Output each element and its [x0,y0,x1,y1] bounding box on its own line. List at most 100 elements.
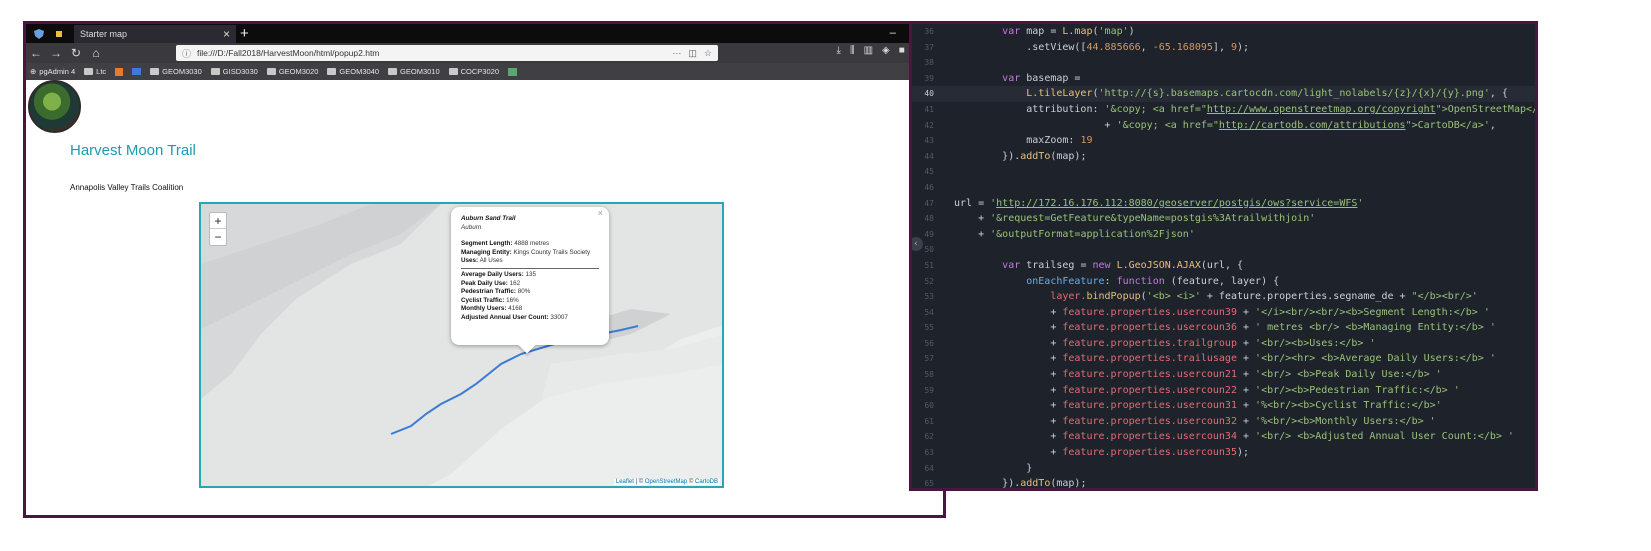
code-line-65: 65 }).addTo(map); [924,478,1087,490]
library-icon[interactable]: ⫼ [850,45,855,56]
account-icon[interactable]: ■ [899,45,905,56]
bookmarks-bar: ⊕ pgAdmin 4 Ltc GEOM3030 GISD3030 GEOM302… [26,63,943,80]
browser-window: Starter map × + – ▫ ✕ ← → ↻ ⌂ ⓘ file:///… [23,21,946,518]
code-line-57: 57 + feature.properties.trailusage + '<b… [924,353,1496,365]
bookmark-map-icon[interactable] [508,67,517,76]
popup-cyclist: Cyclist Traffic: 16% [461,296,519,304]
code-line-42: 42 + '&copy; <a href="http://cartodb.com… [924,119,1496,131]
page-title: Harvest Moon Trail [70,142,196,159]
new-tab-button[interactable]: + [240,24,249,43]
popup-avg-daily: Average Daily Users: 135 [461,270,537,278]
zoom-in-button[interactable]: + [210,213,226,229]
code-line-60: 60 + feature.properties.usercoun31 + '%<… [924,400,1442,412]
osm-link[interactable]: OpenStreetMap [645,479,687,485]
back-icon[interactable]: ← [26,46,46,60]
bookmark-gisd3030[interactable]: GISD3030 [210,67,258,76]
code-line-36: 36 var map = L.map('map') [924,26,1135,37]
popup-peak-daily: Peak Daily Use: 162 [461,279,521,287]
sidebar-icon[interactable]: ▥ [864,45,873,56]
tab-close-icon[interactable]: × [223,27,230,41]
address-bar[interactable]: ⓘ file:///D:/Fall2018/HarvestMoon/html/p… [176,45,718,61]
forward-icon[interactable]: → [46,46,66,60]
tab-title: Starter map [80,29,128,39]
popup-close-button[interactable]: × [598,209,603,218]
extension-icon[interactable]: ◈ [882,45,890,56]
bookmark-star-icon[interactable]: ☆ [704,48,712,59]
code-line-63: 63 + feature.properties.usercoun35); [924,447,1250,459]
info-icon[interactable]: ⓘ [182,47,191,60]
reload-icon[interactable]: ↻ [66,46,86,60]
code-line-49: 49 + '&outputFormat=application%2Fjson' [924,228,1195,240]
map-bookmark-icon [508,67,517,76]
code-line-43: 43 maxZoom: 19 [924,135,1093,147]
minimize-button[interactable]: – [890,24,896,43]
popup-managing-entity: Managing Entity: Kings County Trails Soc… [461,248,591,256]
zoom-control: + − [209,212,227,246]
code-line-46: 46 [924,182,934,192]
folder-icon [388,68,398,75]
leaflet-map[interactable]: + − × Auburn Sand Trail Auburn Segment L… [199,202,724,488]
trail-popup: × Auburn Sand Trail Auburn Segment Lengt… [451,207,609,354]
taskbar-app-icon[interactable] [52,27,66,41]
popup-pedestrian: Pedestrian Traffic: 80% [461,288,531,296]
screenshot-stage: Starter map × + – ▫ ✕ ← → ↻ ⌂ ⓘ file:///… [0,0,1651,551]
navigation-bar: ← → ↻ ⌂ ⓘ file:///D:/Fall2018/HarvestMoo… [26,43,943,63]
code-line-38: 38 [924,58,934,68]
code-line-58: 58 + feature.properties.usercoun21 + '<b… [924,369,1442,381]
page-actions-icon[interactable]: ··· [672,48,681,59]
bookmark-icon-a[interactable] [115,67,124,76]
code-line-59: 59 + feature.properties.usercoun22 + '<b… [924,384,1460,396]
code-line-62: 62 + feature.properties.usercoun34 + '<b… [924,431,1514,443]
rss-icon [115,67,124,76]
page-content: Harvest Moon Trail Annapolis Valley Trai… [26,80,943,515]
bookmark-ltc[interactable]: Ltc [84,67,106,76]
code-line-50: 50 [924,245,934,255]
tab-bar: Starter map × + – ▫ ✕ [26,24,943,43]
bookmark-icon-b[interactable] [132,68,142,75]
taskbar-shield-icon[interactable] [32,27,46,41]
map-attribution: Leaflet | © OpenStreetMap © CartoDB [613,479,720,485]
bookmark-pgadmin[interactable]: ⊕ pgAdmin 4 [30,67,75,76]
url-text: file:///D:/Fall2018/HarvestMoon/html/pop… [197,48,380,58]
popup-monthly: Monthly Users: 4168 [461,305,523,313]
folder-icon [327,68,337,75]
folder-icon [84,68,94,75]
folder-icon [150,68,160,75]
bookmark-geom3040[interactable]: GEOM3040 [327,67,379,76]
bookmark-geom3010[interactable]: GEOM3010 [388,67,440,76]
code-line-56: 56 + feature.properties.trailgroup + '<b… [924,337,1376,349]
code-line-53: 53 layer.bindPopup('<b> <i>' + feature.p… [924,291,1478,303]
popup-segment-length: Segment Length: 4888 metres [461,240,550,248]
popup-uses: Uses: All Uses [461,257,503,265]
link-icon [132,68,142,75]
code-line-45: 45 [924,167,934,177]
popup-place: Auburn [461,223,482,231]
address-bar-actions: ··· ◫ ☆ [672,48,712,59]
bookmark-cocp3020[interactable]: COCP3020 [448,67,499,76]
collapse-panel-icon[interactable]: ‹ [912,237,923,251]
code-line-41: 41 attribution: '&copy; <a href="http://… [924,103,1538,115]
folder-icon [448,68,458,75]
folder-icon [210,68,220,75]
popup-divider [461,267,599,269]
code-line-44: 44 }).addTo(map); [924,150,1087,162]
page-subtitle: Annapolis Valley Trails Coalition [70,183,184,192]
trail-logo [28,80,81,133]
code-line-51: 51 var trailseg = new L.GeoJSON.AJAX(url… [924,259,1244,271]
bookmark-geom3030[interactable]: GEOM3030 [150,67,202,76]
pocket-icon[interactable]: ◫ [688,48,697,59]
code-line-48: 48 + '&request=GetFeature&typeName=postg… [924,213,1316,225]
bookmark-geom3020[interactable]: GEOM3020 [266,67,318,76]
folder-icon [266,68,276,75]
code-line-37: 37 .setView([44.885666, -65.168095], 9); [924,41,1250,53]
code-editor[interactable]: ‹ 36 var map = L.map('map') 37 .setView(… [909,21,1538,491]
zoom-out-button[interactable]: − [210,229,226,245]
carto-link[interactable]: CartoDB [695,479,718,485]
code-line-40: 40 L.tileLayer('http://{s}.basemaps.cart… [912,86,1535,102]
code-line-61: 61 + feature.properties.usercoun32 + '%<… [924,415,1436,427]
browser-tab[interactable]: Starter map × [74,25,236,43]
leaflet-link[interactable]: Leaflet [616,479,634,485]
home-icon[interactable]: ⌂ [86,46,106,60]
download-icon[interactable]: ⤓ [837,45,841,56]
popup-segment-name: Auburn Sand Trail [461,215,516,222]
